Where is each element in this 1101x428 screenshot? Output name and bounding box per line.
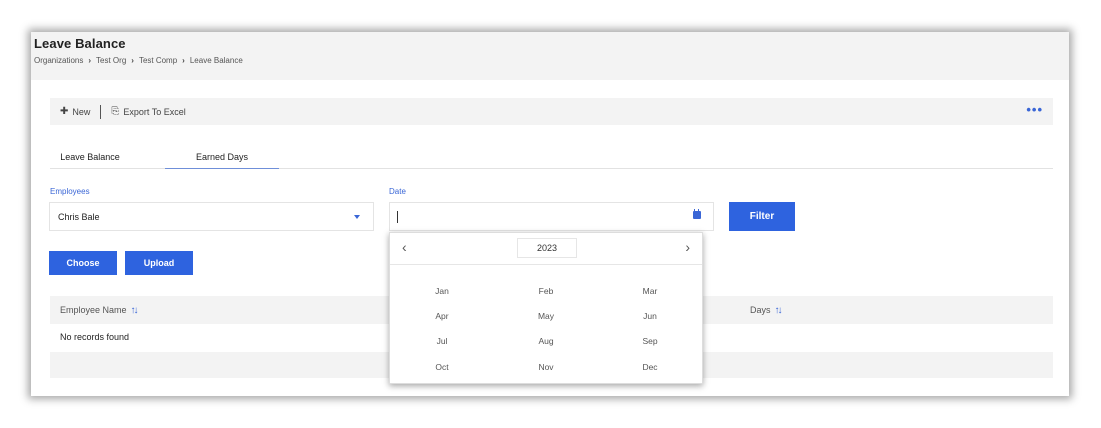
- calendar-icon[interactable]: [693, 209, 701, 219]
- breadcrumb-item-test-org[interactable]: Test Org: [96, 56, 126, 65]
- page-header: Leave Balance Organizations › Test Org ›…: [31, 32, 1069, 80]
- column-header-label: Employee Name: [60, 305, 127, 315]
- column-header-label: Days: [750, 305, 771, 315]
- employees-select-value: Chris Bale: [58, 211, 100, 222]
- breadcrumb-item-organizations[interactable]: Organizations: [34, 56, 83, 65]
- month-option[interactable]: May: [494, 303, 598, 328]
- month-picker-popup: ‹ 2023 › Jan Feb Mar Apr May Jun Jul Aug…: [389, 232, 703, 384]
- date-input[interactable]: [389, 202, 714, 231]
- chevron-right-icon: ›: [182, 56, 185, 65]
- breadcrumb: Organizations › Test Org › Test Comp › L…: [34, 56, 243, 65]
- chevron-right-icon[interactable]: ›: [685, 239, 690, 255]
- month-option[interactable]: Dec: [598, 354, 702, 379]
- month-option[interactable]: Oct: [390, 354, 494, 379]
- month-picker-header: ‹ 2023 ›: [390, 233, 702, 265]
- new-button[interactable]: ✚ New: [50, 98, 100, 125]
- month-option[interactable]: Sep: [598, 329, 702, 354]
- plus-icon: ✚: [60, 106, 69, 117]
- text-cursor: [397, 211, 398, 223]
- page-title: Leave Balance: [34, 36, 126, 51]
- tab-bar: Leave Balance Earned Days: [50, 145, 1053, 169]
- month-option[interactable]: Feb: [494, 278, 598, 303]
- caret-down-icon: [354, 215, 360, 219]
- chevron-right-icon: ›: [88, 56, 92, 65]
- empty-message: No records found: [60, 332, 130, 342]
- export-button-label: Export To Excel: [123, 106, 186, 117]
- month-grid: Jan Feb Mar Apr May Jun Jul Aug Sep Oct …: [390, 278, 702, 379]
- month-option[interactable]: Mar: [598, 278, 702, 303]
- choose-button[interactable]: Choose: [49, 251, 117, 275]
- column-header-days[interactable]: Days ↑↓: [750, 296, 783, 324]
- chevron-right-icon: ›: [131, 56, 134, 65]
- employees-label: Employees: [50, 187, 90, 196]
- filter-button[interactable]: Filter: [729, 202, 795, 231]
- breadcrumb-item-test-comp[interactable]: Test Comp: [139, 56, 177, 65]
- upload-button[interactable]: Upload: [125, 251, 193, 275]
- app-window: Leave Balance Organizations › Test Org ›…: [31, 32, 1069, 396]
- sort-icon[interactable]: ↑↓: [131, 305, 139, 316]
- breadcrumb-item-leave-balance: Leave Balance: [189, 56, 243, 65]
- more-options-button[interactable]: •••: [1026, 102, 1043, 117]
- month-option[interactable]: Nov: [494, 354, 598, 379]
- new-button-label: New: [72, 106, 91, 117]
- export-to-excel-button[interactable]: ⎘ Export To Excel: [101, 98, 195, 125]
- sort-icon[interactable]: ↑↓: [775, 305, 783, 316]
- more-horizontal-icon: •••: [1026, 102, 1043, 117]
- month-option[interactable]: Jun: [598, 303, 702, 328]
- tab-earned-days[interactable]: Earned Days: [165, 145, 279, 169]
- date-label: Date: [389, 187, 406, 196]
- month-option[interactable]: Apr: [390, 303, 494, 328]
- month-option[interactable]: Jan: [390, 278, 494, 303]
- toolbar: ✚ New ⎘ Export To Excel •••: [50, 98, 1053, 125]
- year-label[interactable]: 2023: [517, 238, 577, 258]
- month-option[interactable]: Aug: [494, 329, 598, 354]
- employees-select[interactable]: Chris Bale: [49, 202, 374, 231]
- tab-leave-balance[interactable]: Leave Balance: [50, 145, 130, 169]
- export-icon: ⎘: [111, 106, 120, 117]
- column-header-employee-name[interactable]: Employee Name ↑↓: [60, 296, 139, 324]
- month-option[interactable]: Jul: [390, 329, 494, 354]
- chevron-left-icon[interactable]: ‹: [402, 239, 407, 255]
